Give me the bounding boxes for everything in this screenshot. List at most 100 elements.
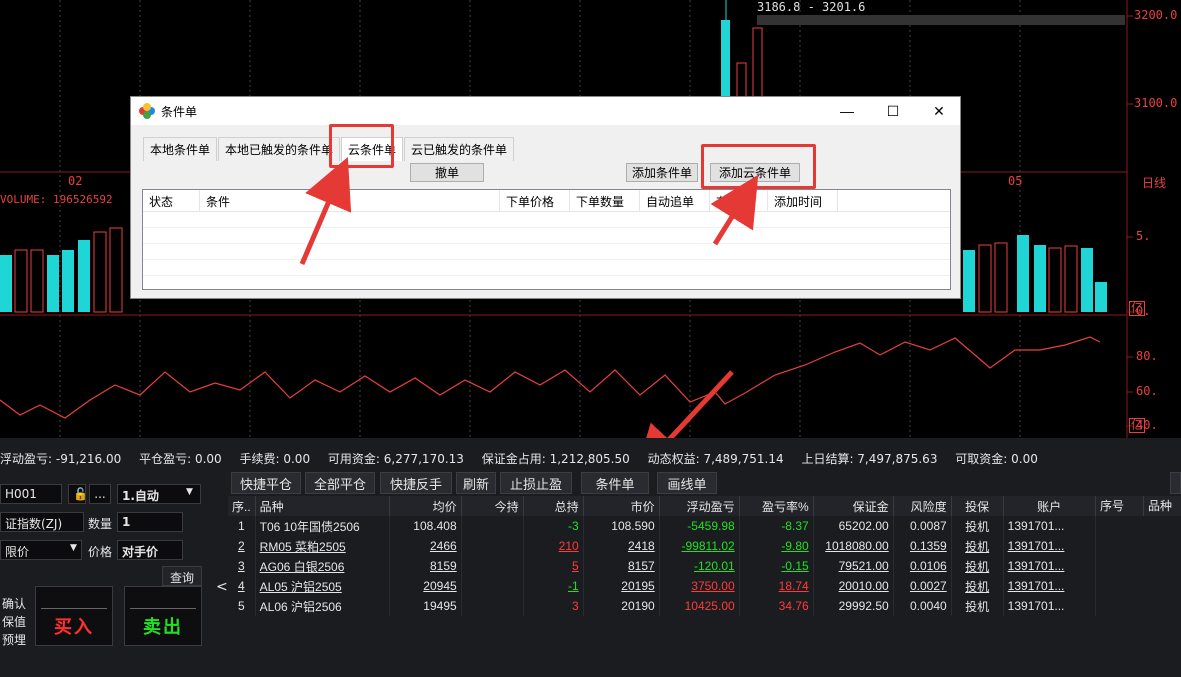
period-label[interactable]: 日线 [1142, 174, 1166, 191]
col-margin[interactable]: 保证金 [813, 496, 894, 516]
cancel-order-button[interactable]: 撤单 [410, 163, 484, 182]
price-candle [736, 62, 747, 99]
price-field[interactable]: 对手价 [117, 540, 183, 560]
minimize-button[interactable]: — [824, 97, 870, 125]
tab-local-triggered[interactable]: 本地已触发的条件单 [218, 137, 341, 161]
volume-bar [994, 242, 1008, 313]
highlight-box [329, 124, 394, 168]
unit-mark: 亿 [1129, 418, 1146, 433]
trading-panel: 浮动盈亏: -91,216.00 平仓盈亏: 0.00 手续费: 0.00 可用… [0, 438, 1181, 677]
col-risk[interactable]: 风险度 [893, 496, 952, 516]
volume-bar [30, 249, 44, 313]
col-floating-pnl[interactable]: 浮动盈亏 [659, 496, 740, 516]
col-condition[interactable]: 条件 [200, 190, 500, 211]
more-button[interactable]: ... [89, 484, 111, 504]
add-order-button[interactable]: 添加条件单 [626, 163, 698, 182]
col-market-price[interactable]: 市价 [583, 496, 660, 516]
col-side-symbol[interactable]: 品种 [1144, 496, 1181, 516]
volume-bar [978, 244, 992, 313]
table-row[interactable]: 4 AL05 沪铝2505 20945 -1 20195 3750.00 18.… [228, 576, 1096, 596]
stat-margin: 保证金占用: 1,212,805.50 [481, 452, 630, 466]
unit-mark: 亿 [1129, 301, 1146, 316]
price-candle [721, 20, 730, 98]
col-add-time[interactable]: 添加时间 [768, 190, 838, 211]
maximize-button[interactable]: ☐ [870, 97, 916, 125]
col-order-price[interactable]: 下单价格 [500, 190, 570, 211]
col-pnl-rate[interactable]: 盈亏率% [739, 496, 814, 516]
col-validity[interactable]: 有效期 [710, 190, 768, 211]
stat-equity: 动态权益: 7,489,751.14 [647, 452, 784, 466]
hedge-checkbox[interactable]: 保值 [2, 613, 26, 630]
close-button[interactable]: ✕ [916, 97, 962, 125]
volume-bar [1095, 282, 1107, 312]
table-row[interactable]: 3 AG06 白银2506 8159 5 8157 -120.01 -0.15 … [228, 556, 1096, 576]
buy-label: 买入 [54, 617, 94, 638]
stat-close-pnl: 平仓盈亏: 0.00 [139, 452, 222, 466]
stat-prev-settle: 上日结算: 7,497,875.63 [801, 452, 938, 466]
volume-bar [1048, 247, 1062, 313]
volume-bar [963, 250, 975, 312]
col-order-qty[interactable]: 下单数量 [570, 190, 640, 211]
quick-close-button[interactable]: 快捷平仓 [231, 472, 301, 494]
col-seq[interactable]: 序.. [228, 496, 256, 516]
col-side-seq[interactable]: 序号 [1096, 496, 1144, 516]
quantity-label: 数量 [88, 517, 113, 531]
col-total-pos[interactable]: 总持 [523, 496, 584, 516]
line-order-button[interactable]: 画线单 [657, 472, 717, 494]
confirm-checkbox[interactable]: 确认 [2, 595, 26, 612]
price-axis-label: 3200.0 [1134, 8, 1178, 22]
account-field[interactable]: H001 [0, 484, 62, 504]
stat-available: 可用资金: 6,277,170.13 [327, 452, 464, 466]
col-hedge[interactable]: 投保 [951, 496, 1004, 516]
collapse-button[interactable]: < [216, 579, 228, 595]
quick-reverse-button[interactable]: 快捷反手 [380, 472, 452, 494]
close-all-button[interactable]: 全部平仓 [305, 472, 375, 494]
volume-label: VOLUME: 196526592 [0, 193, 113, 206]
price-candle [752, 27, 763, 99]
order-list[interactable]: 状态 条件 下单价格 下单数量 自动追单 有效期 添加时间 [142, 189, 951, 290]
conditional-order-button[interactable]: 条件单 [581, 472, 649, 494]
col-avg-price[interactable]: 均价 [389, 496, 462, 516]
tab-local-orders[interactable]: 本地条件单 [143, 137, 218, 161]
positions-table: 序.. 品种 均价 今持 总持 市价 浮动盈亏 盈亏率% 保证金 风险度 投保 … [228, 496, 1096, 616]
preset-checkbox[interactable]: 预埋 [2, 631, 26, 648]
col-symbol[interactable]: 品种 [255, 496, 390, 516]
sell-button[interactable]: 卖出 [124, 586, 202, 646]
table-header: 序.. 品种 均价 今持 总持 市价 浮动盈亏 盈亏率% 保证金 风险度 投保 … [228, 496, 1096, 516]
stat-withdrawable: 可取资金: 0.00 [955, 452, 1038, 466]
refresh-button[interactable]: 刷新 [456, 472, 496, 494]
stat-fee: 手续费: 0.00 [239, 452, 311, 466]
price-axis-label: 3100.0 [1134, 96, 1178, 110]
col-account[interactable]: 账户 [1003, 496, 1096, 516]
app-logo-icon [139, 103, 155, 119]
col-status[interactable]: 状态 [143, 190, 200, 211]
volume-bar [14, 249, 28, 313]
sell-label: 卖出 [143, 617, 183, 638]
table-row[interactable]: 1 T06 10年国债2506 108.408 -3 108.590 -5459… [228, 516, 1096, 536]
stop-loss-profit-button[interactable]: 止损止盈 [500, 472, 572, 494]
tab-cloud-triggered[interactable]: 云已触发的条件单 [404, 137, 515, 161]
symbol-field[interactable]: 证指数(ZJ) [0, 512, 84, 532]
col-today-pos[interactable]: 今持 [461, 496, 524, 516]
price-range-label: 3186.8 - 3201.6 [757, 0, 866, 14]
buy-button[interactable]: 买入 [35, 586, 113, 646]
volume-bar [1064, 245, 1078, 313]
indicator-axis-label: 80. [1136, 349, 1158, 363]
side-menu-button[interactable] [1170, 472, 1181, 494]
volume-bar [1034, 245, 1046, 312]
table-row[interactable]: 2 RM05 菜粕2505 2466 210 2418 -99811.02 -9… [228, 536, 1096, 556]
indicator-axis-label: 60. [1136, 384, 1158, 398]
quantity-stepper[interactable]: 1 [117, 512, 183, 532]
conditional-order-dialog: 条件单 — ☐ ✕ 本地条件单 本地已触发的条件单 云条件单 云已触发的条件单 … [130, 96, 961, 299]
table-row[interactable]: 5 AL06 沪铝2506 19495 3 20190 10425.00 34.… [228, 596, 1096, 616]
query-button[interactable]: 查询 [162, 566, 202, 586]
side-table-header: 序号 品种 [1096, 496, 1181, 516]
order-list-header: 状态 条件 下单价格 下单数量 自动追单 有效期 添加时间 [143, 190, 950, 212]
account-stats: 浮动盈亏: -91,216.00 平仓盈亏: 0.00 手续费: 0.00 可用… [0, 450, 1052, 467]
chevron-down-icon: ▼ [70, 543, 77, 553]
col-auto-follow[interactable]: 自动追单 [640, 190, 710, 211]
price-label: 价格 [88, 545, 113, 559]
volume-bar [93, 231, 107, 313]
lock-icon[interactable]: 🔓 [68, 484, 88, 504]
volume-bar [1081, 248, 1093, 312]
